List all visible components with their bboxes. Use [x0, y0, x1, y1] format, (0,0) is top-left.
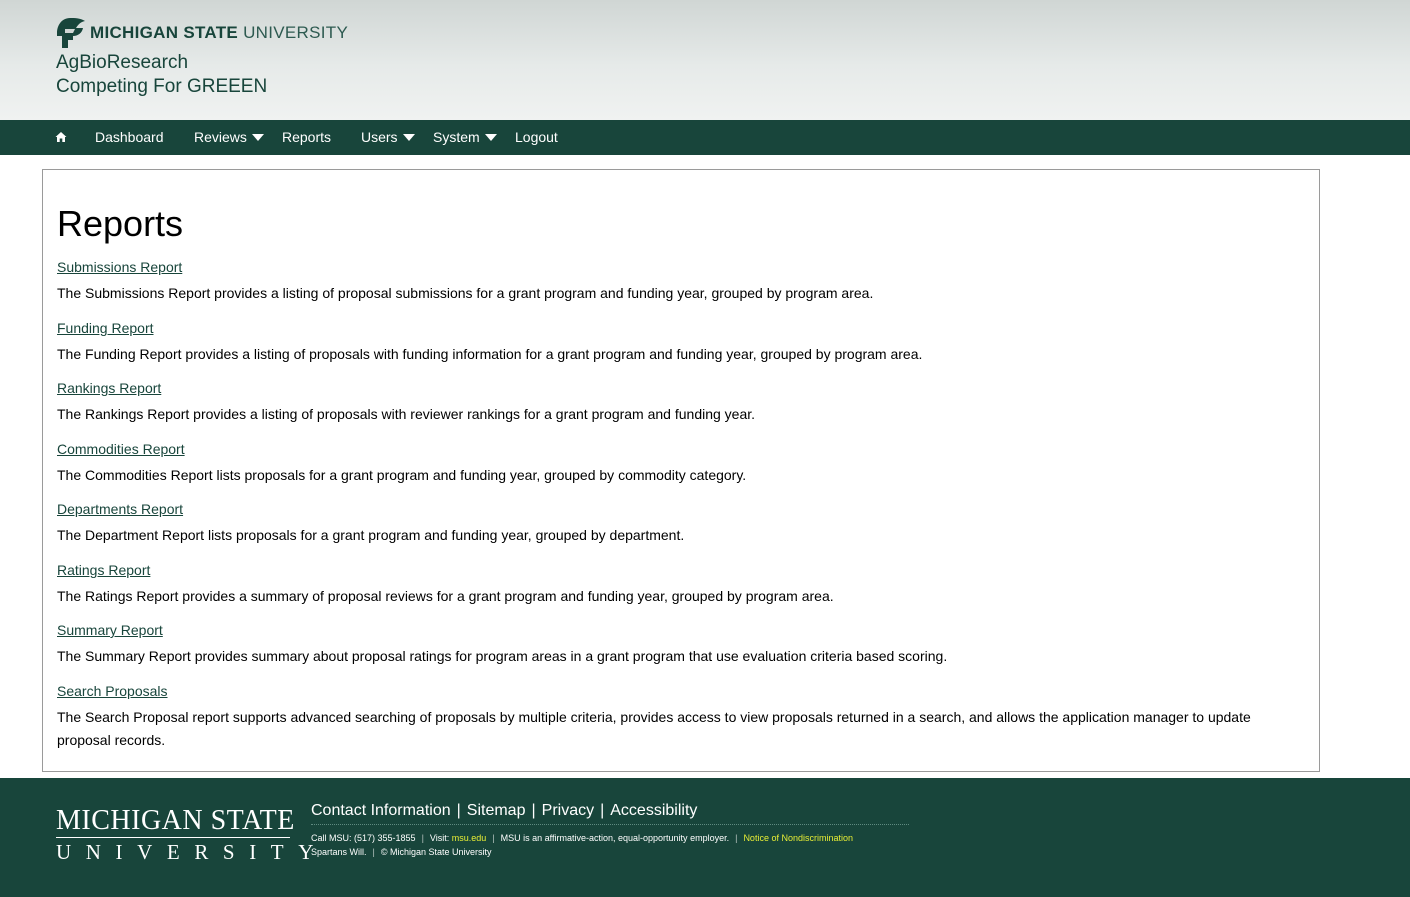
brand-light: UNIVERSITY [243, 23, 349, 42]
accessibility-link[interactable]: Accessibility [610, 802, 697, 819]
divider: | [735, 833, 738, 843]
report-description: The Commodities Report lists proposals f… [57, 467, 747, 483]
departments-report-link[interactable]: Departments Report [57, 500, 183, 518]
nav-system[interactable]: System [433, 120, 497, 155]
report-description: The Summary Report provides summary abou… [57, 648, 948, 664]
divider: | [372, 847, 375, 857]
report-item: Search Proposals The Search Proposal rep… [57, 682, 1297, 752]
spartan-helmet-icon [57, 18, 85, 48]
ratings-report-link[interactable]: Ratings Report [57, 561, 150, 579]
divider: | [531, 802, 536, 819]
report-description: The Ratings Report provides a summary of… [57, 588, 834, 604]
site-footer: MICHIGAN STATE UNIVERSITY Contact Inform… [0, 778, 1410, 897]
nav-reports-label: Reports [282, 129, 332, 145]
report-description: The Rankings Report provides a listing o… [57, 406, 756, 422]
footer-fine-print: Call MSU: (517) 355-1855 | Visit: msu.edu |… [311, 831, 853, 859]
report-description: The Search Proposal report supports adva… [57, 709, 1251, 748]
visit-label: Visit: [429, 833, 450, 843]
footer-logo-rule [56, 837, 290, 838]
nav-reviews-label: Reviews [194, 129, 247, 145]
chevron-down-icon [484, 133, 497, 141]
main-nav: Dashboard Reviews Reports Users System L… [0, 120, 1410, 155]
nav-dashboard-label: Dashboard [95, 129, 164, 145]
home-icon [55, 131, 67, 142]
page-title: Reports [57, 203, 184, 244]
report-description: The Funding Report provides a listing of… [57, 346, 923, 362]
spartans-will-text: Spartans Will. [311, 847, 367, 857]
chevron-down-icon [402, 133, 415, 141]
report-item: Rankings Report The Rankings Report prov… [57, 379, 1297, 426]
search-proposals-link[interactable]: Search Proposals [57, 682, 168, 700]
divider: | [421, 833, 424, 843]
nav-users-label: Users [361, 129, 398, 145]
rankings-report-link[interactable]: Rankings Report [57, 379, 161, 397]
site-subtitle: Competing For GREEEN [56, 76, 268, 97]
reports-panel: Reports Submissions Report The Submissio… [42, 169, 1320, 772]
copyright-text: © Michigan State University [380, 847, 492, 857]
contact-information-link[interactable]: Contact Information [311, 802, 451, 819]
call-msu-text: Call MSU: (517) 355-1855 [311, 833, 416, 843]
footer-fine-print-row2: Spartans Will. | © Michigan State Universi… [311, 845, 853, 859]
site-title[interactable]: AgBioResearch [56, 51, 188, 75]
site-header: MICHIGAN STATE UNIVERSITY AgBioResearch … [0, 0, 1410, 120]
nav-system-label: System [433, 129, 480, 145]
chevron-down-icon [251, 133, 264, 141]
nondiscrimination-link[interactable]: Notice of Nondiscrimination [743, 833, 853, 843]
footer-logo-line1: MICHIGAN STATE [56, 805, 295, 836]
brand-bold: MICHIGAN STATE [90, 23, 239, 42]
report-item: Departments Report The Department Report… [57, 500, 1297, 547]
msu-edu-link[interactable]: msu.edu [452, 833, 487, 843]
report-item: Ratings Report The Ratings Report provid… [57, 561, 1297, 608]
nav-dashboard[interactable]: Dashboard [95, 120, 164, 155]
nav-reviews[interactable]: Reviews [194, 120, 264, 155]
report-item: Submissions Report The Submissions Repor… [57, 258, 1297, 305]
report-description: The Department Report lists proposals fo… [57, 527, 685, 543]
divider: | [456, 802, 461, 819]
privacy-link[interactable]: Privacy [542, 802, 594, 819]
sitemap-link[interactable]: Sitemap [467, 802, 526, 819]
msu-brand-logo[interactable]: MICHIGAN STATE UNIVERSITY [56, 16, 348, 50]
divider: | [492, 833, 495, 843]
footer-logo-line2: UNIVERSITY [56, 840, 328, 864]
nav-home-button[interactable] [55, 120, 67, 155]
nav-logout[interactable]: Logout [515, 120, 558, 155]
report-item: Funding Report The Funding Report provid… [57, 319, 1297, 366]
report-item: Commodities Report The Commodities Repor… [57, 440, 1297, 487]
report-item: Summary Report The Summary Report provid… [57, 621, 1297, 668]
brand-wordmark: MICHIGAN STATE UNIVERSITY [90, 23, 348, 43]
nav-reports[interactable]: Reports [282, 120, 331, 155]
eeo-statement: MSU is an affirmative-action, equal-oppo… [500, 833, 730, 843]
footer-fine-print-row1: Call MSU: (517) 355-1855 | Visit: msu.edu |… [311, 831, 853, 845]
footer-links: Contact Information | Sitemap | Privacy | Acce… [311, 802, 909, 825]
divider: | [600, 802, 605, 819]
nav-users[interactable]: Users [361, 120, 415, 155]
msu-footer-logo[interactable]: MICHIGAN STATE UNIVERSITY [56, 806, 328, 864]
funding-report-link[interactable]: Funding Report [57, 319, 154, 337]
nav-logout-label: Logout [515, 129, 558, 145]
report-description: The Submissions Report provides a listin… [57, 285, 874, 301]
summary-report-link[interactable]: Summary Report [57, 621, 163, 639]
commodities-report-link[interactable]: Commodities Report [57, 440, 185, 458]
submissions-report-link[interactable]: Submissions Report [57, 258, 182, 276]
